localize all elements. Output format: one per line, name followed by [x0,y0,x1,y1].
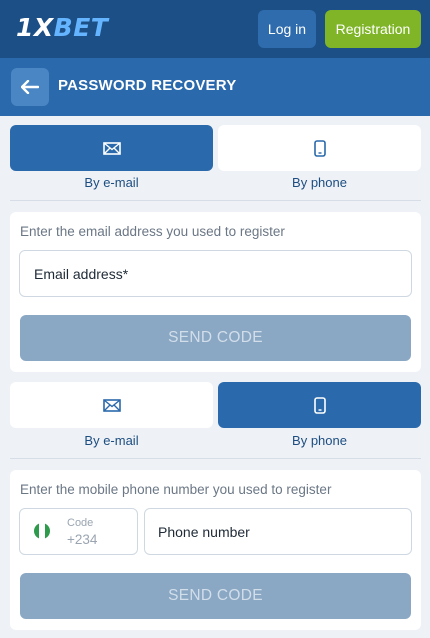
tab-label-email: By e-mail [84,433,139,448]
country-code-select[interactable]: Code +234 [19,508,138,555]
divider [10,200,421,201]
email-placeholder: Email address* [34,266,129,282]
logo-accent: BET [53,13,109,42]
registration-button[interactable]: Registration [325,10,421,48]
mobile-phone-icon [313,139,326,157]
sub-header: PASSWORD RECOVERY [0,58,430,116]
tab-label-email: By e-mail [84,175,139,190]
top-bar: 1XBET Log in Registration [0,0,430,58]
email-field[interactable]: Email address* [19,250,412,297]
phone-number-field[interactable]: Phone number [144,508,412,555]
divider [10,458,421,459]
phone-recovery-form: Enter the mobile phone number you used t… [10,470,421,630]
tab-label-phone: By phone [292,433,347,448]
tab-by-phone[interactable] [218,125,421,171]
email-hint: Enter the email address you used to regi… [20,224,285,239]
phone-hint: Enter the mobile phone number you used t… [20,482,332,497]
code-label: Code [67,517,94,529]
tab-by-phone[interactable] [218,382,421,428]
envelope-icon [102,141,121,155]
phone-placeholder: Phone number [158,524,250,540]
nigeria-flag-icon [34,523,50,539]
send-code-button[interactable]: SEND CODE [20,573,411,619]
tab-label-phone: By phone [292,175,347,190]
email-recovery-form: Enter the email address you used to regi… [10,212,421,372]
recovery-method-tabs [10,125,421,171]
recovery-method-tabs [10,382,421,428]
envelope-icon [102,398,121,412]
tab-by-email[interactable] [10,125,213,171]
login-button[interactable]: Log in [258,10,316,48]
page-title: PASSWORD RECOVERY [58,77,237,94]
back-button[interactable] [11,68,49,106]
mobile-phone-icon [313,396,326,414]
code-value: +234 [67,532,98,547]
logo-main: 1X [16,13,54,42]
brand-logo[interactable]: 1XBET [16,13,108,42]
arrow-left-icon [21,80,39,94]
tab-by-email[interactable] [10,382,213,428]
send-code-button[interactable]: SEND CODE [20,315,411,361]
